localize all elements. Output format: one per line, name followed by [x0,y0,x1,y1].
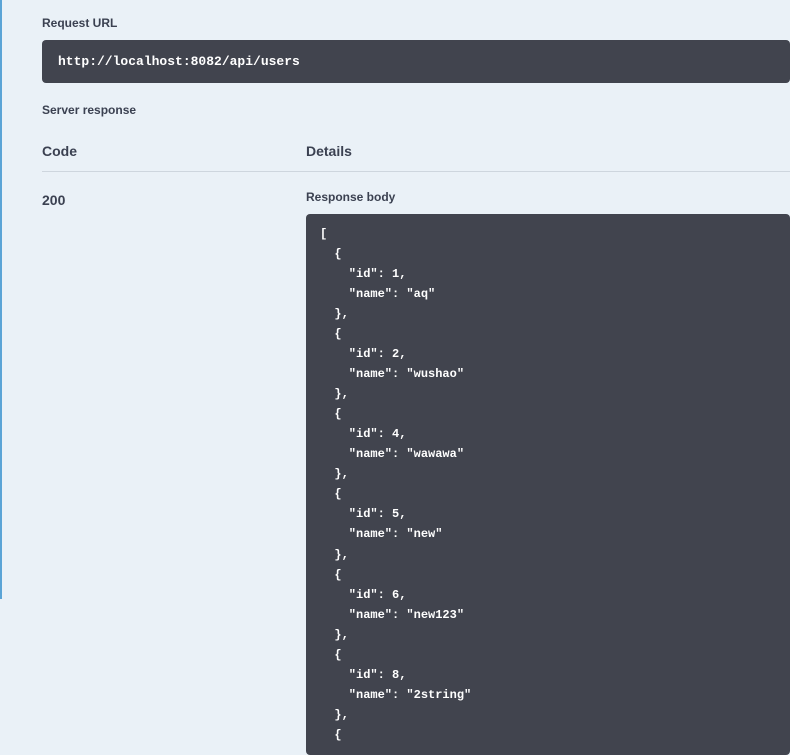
response-body-label: Response body [306,190,790,204]
inner-content: Request URL http://localhost:8082/api/us… [2,0,790,755]
header-details-label: Details [306,143,352,159]
status-code: 200 [42,190,306,208]
header-code-label: Code [42,143,306,159]
details-column: Response body [ { "id": 1, "name": "aq" … [306,190,790,755]
response-header-row: Code Details [42,143,790,172]
response-panel: Request URL http://localhost:8082/api/us… [0,0,790,599]
request-url-box[interactable]: http://localhost:8082/api/users [42,40,790,83]
request-url-label: Request URL [42,16,790,30]
response-body-content[interactable]: [ { "id": 1, "name": "aq" }, { "id": 2, … [306,214,790,755]
server-response-label: Server response [42,103,790,117]
response-row: 200 Response body [ { "id": 1, "name": "… [42,190,790,755]
